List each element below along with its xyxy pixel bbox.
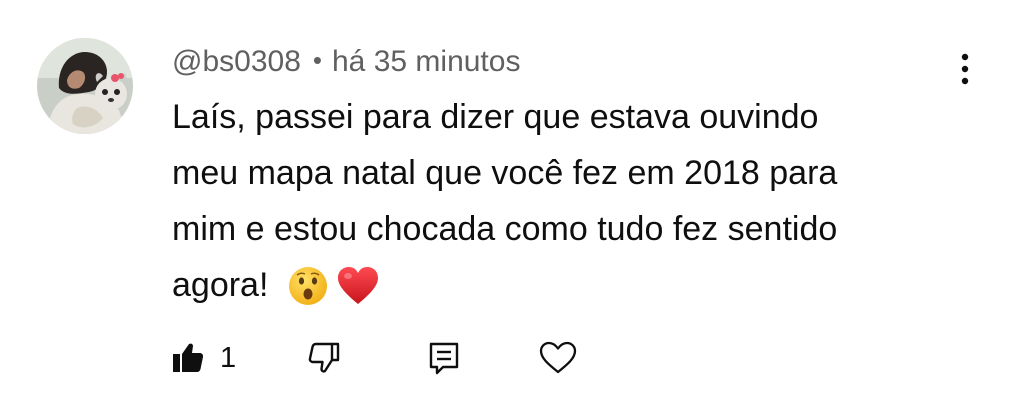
reply-button[interactable]	[424, 336, 464, 380]
comment-text-line: agora!	[172, 266, 269, 304]
more-vertical-icon	[961, 53, 969, 85]
heart-outline-icon	[539, 341, 577, 374]
reply-comment-icon	[429, 342, 459, 375]
like-button[interactable]	[168, 336, 208, 380]
comment-item: @bs0308 • há 35 minutos Laís, passei para …	[0, 0, 1024, 414]
astonished-face-emoji	[288, 266, 328, 323]
author-handle[interactable]: @bs0308	[172, 45, 301, 78]
comment-actions: 1	[168, 336, 608, 380]
comment-text-line: mim e estou chocada como tudo fez sentid…	[172, 210, 838, 248]
meta-separator: •	[312, 45, 322, 75]
thumbs-down-icon	[308, 342, 340, 373]
comment-text: Laís, passei para dizer que estava ouvin…	[172, 89, 972, 323]
comment-header: @bs0308 • há 35 minutos	[172, 42, 520, 80]
red-heart-emoji	[336, 266, 380, 323]
more-options-button[interactable]	[948, 46, 982, 92]
like-count: 1	[220, 342, 237, 374]
comment-timestamp[interactable]: há 35 minutos	[332, 45, 520, 78]
heart-button[interactable]	[536, 336, 580, 380]
thumbs-up-filled-icon	[173, 343, 204, 372]
avatar[interactable]	[37, 38, 133, 134]
dislike-button[interactable]	[304, 336, 344, 380]
comment-text-line: Laís, passei para dizer que estava ouvin…	[172, 98, 819, 136]
avatar-photo	[37, 38, 133, 134]
comment-text-last-line: agora!	[172, 257, 972, 323]
comment-text-line: meu mapa natal que você fez em 2018 para	[172, 154, 838, 192]
